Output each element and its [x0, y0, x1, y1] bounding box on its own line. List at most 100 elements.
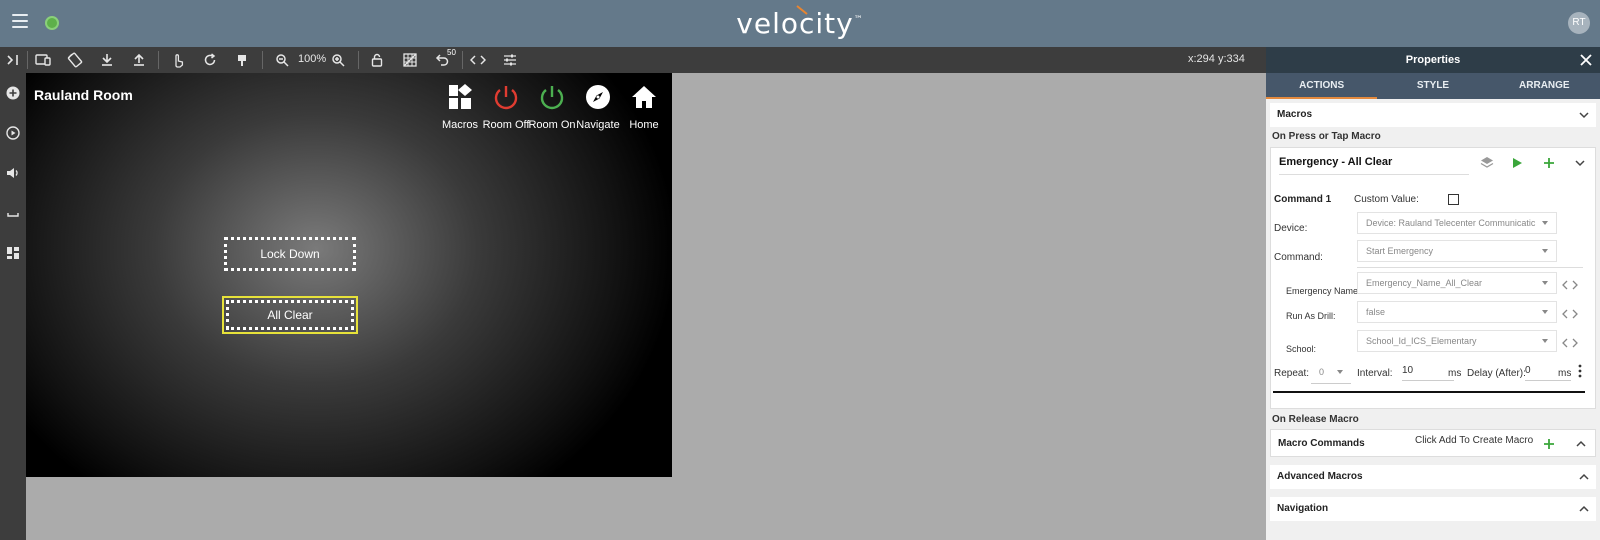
code-icon[interactable] [1562, 308, 1578, 320]
command-select[interactable]: Start Emergency [1357, 240, 1557, 262]
navigation-header[interactable]: Navigation [1270, 497, 1596, 521]
add-icon[interactable] [1543, 438, 1555, 450]
close-icon[interactable] [1578, 52, 1594, 68]
properties-panel: Properties ACTIONS STYLE ARRANGE Macros … [1266, 47, 1600, 540]
school-value: School_Id_ICS_Elementary [1366, 336, 1477, 346]
nav-label: Room On [528, 119, 576, 131]
grid-icon[interactable] [400, 50, 420, 70]
school-select[interactable]: School_Id_ICS_Elementary [1357, 330, 1557, 352]
toolbar-divider [262, 51, 263, 69]
run-as-drill-select[interactable]: false [1357, 301, 1557, 323]
navigation-title: Navigation [1277, 503, 1329, 514]
command-value: Start Emergency [1366, 246, 1434, 256]
macros-icon [435, 81, 485, 113]
device-label: Device: [1274, 223, 1308, 234]
macro-card: Emergency - All Clear Command 1 Custom V… [1270, 147, 1596, 409]
chevron-up-icon[interactable] [1578, 471, 1590, 483]
tab-actions[interactable]: ACTIONS [1266, 73, 1378, 99]
code-icon[interactable] [1562, 279, 1578, 291]
device-select[interactable]: Device: Rauland Telecenter Communicatic [1357, 212, 1557, 234]
logo-swoosh-icon [796, 5, 808, 15]
nav-label: Navigate [576, 119, 620, 131]
refresh-icon[interactable] [200, 50, 220, 70]
more-vert-icon[interactable] [1577, 364, 1583, 378]
nav-macros[interactable]: Macros [435, 81, 485, 131]
play-icon[interactable] [1509, 155, 1525, 171]
rotate-device-icon[interactable] [65, 50, 85, 70]
macros-section-header[interactable]: Macros [1270, 103, 1596, 127]
home-icon [619, 81, 669, 113]
lock-down-button[interactable]: Lock Down [224, 237, 356, 271]
interval-label: Interval: [1357, 368, 1393, 379]
macro-name[interactable]: Emergency - All Clear [1279, 156, 1469, 175]
all-clear-button[interactable]: All Clear [222, 296, 358, 334]
dashboard-icon[interactable] [4, 244, 22, 262]
layers-icon[interactable] [1479, 155, 1495, 171]
device-preview-icon[interactable] [33, 50, 53, 70]
divider [1357, 267, 1583, 268]
lock-down-label: Lock Down [260, 247, 320, 261]
logo-text: velocity [736, 7, 854, 40]
tab-style[interactable]: STYLE [1377, 73, 1488, 99]
nav-room-on[interactable]: Room On [527, 81, 577, 131]
touch-mode-icon[interactable] [168, 50, 188, 70]
all-clear-label: All Clear [267, 308, 313, 322]
nav-room-off[interactable]: Room Off [481, 81, 531, 131]
tab-arrange[interactable]: ARRANGE [1489, 73, 1600, 99]
settings-sliders-icon[interactable] [500, 50, 520, 70]
code-icon[interactable] [1562, 337, 1578, 349]
download-icon[interactable] [97, 50, 117, 70]
add-icon[interactable] [1541, 155, 1557, 171]
command-divider [1273, 391, 1585, 393]
paint-icon[interactable] [232, 50, 252, 70]
advanced-macros-header[interactable]: Advanced Macros [1270, 465, 1596, 489]
cursor-coordinates: x:294 y:334 [1188, 53, 1245, 65]
globe-icon[interactable] [45, 16, 59, 30]
upload-icon[interactable] [129, 50, 149, 70]
properties-header: Properties [1266, 47, 1600, 73]
room-title: Rauland Room [34, 87, 133, 103]
toolbar-divider [27, 51, 28, 69]
delay-value: 0 [1525, 365, 1531, 376]
code-view-icon[interactable] [468, 50, 488, 70]
command-field-label: Command: [1274, 252, 1323, 263]
school-label: School: [1286, 344, 1317, 354]
design-canvas[interactable]: Rauland Room Macros Room Off Room On Nav… [26, 73, 672, 477]
menu-icon[interactable] [12, 14, 28, 32]
spacebar-icon[interactable] [4, 204, 22, 222]
on-press-label: On Press or Tap Macro [1272, 131, 1381, 142]
collapse-panel-icon[interactable] [3, 50, 23, 70]
editor-toolbar: 100% 50 x:294 y:334 [0, 47, 1266, 73]
toolbar-divider [158, 51, 159, 69]
macro-commands-label: Macro Commands [1278, 438, 1365, 449]
play-circle-icon[interactable] [4, 124, 22, 142]
add-icon[interactable] [4, 84, 22, 102]
nav-home[interactable]: Home [619, 81, 669, 131]
zoom-in-icon[interactable] [328, 50, 348, 70]
custom-value-checkbox[interactable] [1448, 194, 1459, 205]
click-add-hint: Click Add To Create Macro [1415, 435, 1534, 446]
repeat-select[interactable]: 0 [1311, 362, 1351, 384]
properties-tabs: ACTIONS STYLE ARRANGE [1266, 73, 1600, 99]
emergency-name-select[interactable]: Emergency_Name_All_Clear [1357, 272, 1557, 294]
advanced-macros-title: Advanced Macros [1277, 471, 1363, 482]
volume-icon[interactable] [4, 164, 22, 182]
nav-navigate[interactable]: Navigate [573, 81, 623, 131]
chevron-down-icon[interactable] [1578, 109, 1590, 121]
user-avatar[interactable]: RT [1568, 12, 1590, 34]
delay-unit: ms [1558, 368, 1572, 379]
chevron-up-icon[interactable] [1578, 503, 1590, 515]
logo-trademark: ™ [853, 15, 864, 25]
properties-title: Properties [1405, 54, 1461, 66]
chevron-down-icon[interactable] [1572, 155, 1588, 171]
zoom-out-icon[interactable] [272, 50, 292, 70]
power-icon [527, 81, 577, 113]
repeat-label: Repeat: [1274, 368, 1310, 379]
toolbar-divider [462, 51, 463, 69]
interval-input[interactable]: 10 [1402, 363, 1454, 381]
command-label: Command 1 [1274, 194, 1332, 205]
chevron-up-icon[interactable] [1575, 438, 1587, 450]
interval-unit: ms [1448, 368, 1462, 379]
lock-icon[interactable] [367, 50, 387, 70]
macro-commands-row: Macro Commands Click Add To Create Macro [1270, 429, 1596, 457]
